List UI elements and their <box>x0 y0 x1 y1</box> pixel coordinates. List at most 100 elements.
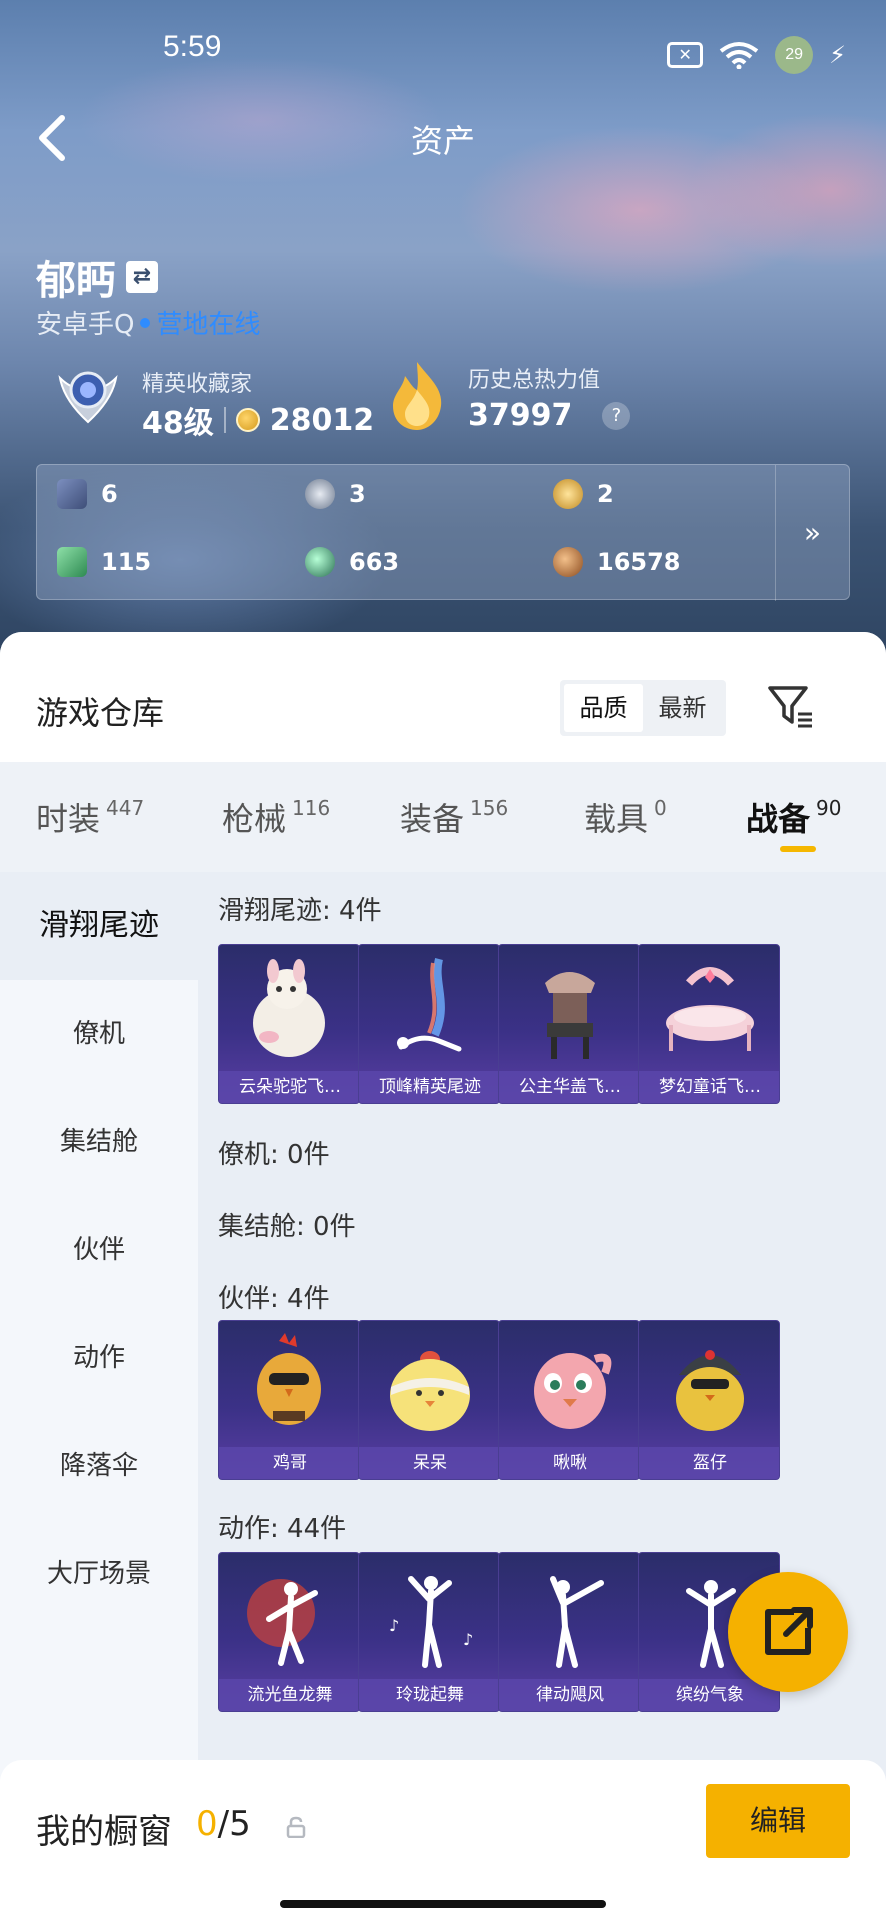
item-name: 玲珑起舞 <box>359 1679 499 1711</box>
item-name: 律动飓风 <box>499 1679 639 1711</box>
princess-canopy-glide-icon <box>545 972 595 1059</box>
peak-elite-trail-icon <box>397 958 462 1052</box>
item-name: 呆呆 <box>359 1447 499 1479</box>
battery-icon: 29 <box>775 36 814 74</box>
currency-item: 3 <box>305 479 366 509</box>
no-sim-icon: ✕ <box>667 42 704 68</box>
edit-button[interactable]: 编辑 <box>706 1784 850 1858</box>
warehouse-sheet: 游戏仓库 品质 最新 时装 447 枪械 116 装备 156 载具 0 战备 90 <box>0 632 886 1920</box>
section-title: 滑翔尾迹: 4件 <box>218 896 382 926</box>
status-time: 5:59 <box>163 30 222 63</box>
item-card[interactable]: 流光鱼龙舞 <box>218 1552 360 1712</box>
item-card[interactable]: 啾啾 <box>498 1320 640 1480</box>
tab-count: 0 <box>654 796 667 820</box>
gold-coin-icon <box>553 479 583 509</box>
sort-quality-button[interactable]: 品质 <box>564 684 643 732</box>
currency-item: 115 <box>57 547 151 577</box>
flame-icon <box>393 362 442 430</box>
tab-guns[interactable]: 枪械 116 <box>222 794 330 840</box>
category-tabs: 时装 447 枪械 116 装备 156 载具 0 战备 90 <box>0 762 886 872</box>
tab-label: 装备 <box>400 800 465 838</box>
side-nav-partner[interactable]: 伙伴 <box>0 1196 198 1304</box>
rooster-partner-icon <box>257 1333 321 1425</box>
tab-count: 116 <box>292 796 331 820</box>
currency-panel[interactable]: 6 3 2 115 663 16578 » <box>36 464 850 601</box>
player-platform-row: 安卓手Q 营地在线 <box>36 304 260 341</box>
collector-level-row: 48级 28012 <box>142 398 374 442</box>
home-indicator[interactable] <box>280 1900 606 1908</box>
share-button[interactable] <box>728 1572 848 1692</box>
showcase-total: /5 <box>217 1804 251 1844</box>
heat-value: 37997 <box>468 398 573 433</box>
help-icon[interactable]: ? <box>602 401 631 430</box>
dancer-emote-icon <box>247 1579 318 1666</box>
section-title: 动作: 44件 <box>218 1514 347 1544</box>
showcase-label: 我的橱窗 <box>36 1812 172 1852</box>
side-nav-lobby-scene[interactable]: 大厅场景 <box>0 1520 198 1628</box>
green-voucher-icon <box>57 547 87 577</box>
currency-value: 115 <box>101 548 152 576</box>
currency-value: 2 <box>597 480 614 508</box>
helmet-chick-partner-icon <box>676 1350 744 1431</box>
player-platform: 安卓手Q <box>36 310 135 340</box>
tab-battle-gear[interactable]: 战备 90 <box>746 794 841 840</box>
sort-toggle: 品质 最新 <box>560 680 726 736</box>
sort-newest-button[interactable]: 最新 <box>643 684 722 732</box>
side-nav-parachute[interactable]: 降落伞 <box>0 1412 198 1520</box>
bronze-orb-icon <box>553 547 583 577</box>
item-card[interactable]: 公主华盖飞… <box>498 944 640 1104</box>
side-nav-emote[interactable]: 动作 <box>0 1304 198 1412</box>
section-title: 集结舱: 0件 <box>218 1212 356 1242</box>
active-tab-indicator <box>780 846 816 852</box>
charging-icon: ⚡ <box>829 41 846 69</box>
lock-icon <box>286 1816 306 1838</box>
currency-more-button[interactable]: » <box>775 465 849 601</box>
wifi-icon <box>719 42 759 69</box>
tab-fashion[interactable]: 时装 447 <box>36 794 144 840</box>
tab-vehicles[interactable]: 载具 0 <box>584 794 667 840</box>
status-icons: ✕ 29 ⚡ <box>667 36 846 74</box>
side-nav-wingman[interactable]: 僚机 <box>0 980 198 1088</box>
divider <box>223 407 226 433</box>
item-card[interactable]: 鸡哥 <box>218 1320 360 1480</box>
item-card[interactable]: 梦幻童话飞… <box>638 944 780 1104</box>
item-name: 盔仔 <box>639 1447 779 1479</box>
switch-account-icon[interactable]: ⇄ <box>126 261 158 293</box>
collector-badge-icon <box>58 371 118 424</box>
chick-partner-icon <box>390 1351 470 1431</box>
item-card[interactable]: 盔仔 <box>638 1320 780 1480</box>
online-status: 营地在线 <box>156 310 261 340</box>
currency-value: 6 <box>101 480 118 508</box>
currency-value: 16578 <box>597 548 681 576</box>
item-card[interactable]: 律动飓风 <box>498 1552 640 1712</box>
side-nav-glide-trail[interactable]: 滑翔尾迹 <box>0 872 198 980</box>
currency-grid: 6 3 2 115 663 16578 <box>57 479 777 589</box>
collector-points: 28012 <box>269 402 375 438</box>
currency-item: 663 <box>305 547 399 577</box>
tab-count: 156 <box>470 796 509 820</box>
green-orb-icon <box>305 547 335 577</box>
item-name: 公主华盖飞… <box>499 1071 639 1103</box>
currency-item: 2 <box>553 479 614 509</box>
section-title: 僚机: 0件 <box>218 1140 330 1170</box>
silver-coin-icon <box>305 479 335 509</box>
player-name: 郁眄 <box>36 258 116 304</box>
item-card[interactable]: 顶峰精英尾迹 <box>358 944 500 1104</box>
tab-label: 战备 <box>746 800 811 838</box>
currency-item: 16578 <box>553 547 681 577</box>
item-card[interactable]: ♪ ♪ 玲珑起舞 <box>358 1552 500 1712</box>
item-card[interactable]: 云朵驼驼飞… <box>218 944 360 1104</box>
tab-equipment[interactable]: 装备 156 <box>400 794 508 840</box>
svg-text:♪: ♪ <box>463 1630 473 1649</box>
item-name: 顶峰精英尾迹 <box>359 1071 499 1103</box>
item-name: 云朵驼驼飞… <box>219 1071 359 1103</box>
item-name: 梦幻童话飞… <box>639 1071 779 1103</box>
showcase-bar: 我的橱窗 0/5 编辑 <box>0 1760 886 1920</box>
tab-count: 447 <box>106 796 145 820</box>
filter-icon[interactable] <box>766 682 814 730</box>
item-card[interactable]: 呆呆 <box>358 1320 500 1480</box>
warehouse-title: 游戏仓库 <box>36 694 165 732</box>
side-nav-rally-pod[interactable]: 集结舱 <box>0 1088 198 1196</box>
svg-text:♪: ♪ <box>389 1616 399 1635</box>
fairytale-glide-icon <box>666 967 754 1051</box>
